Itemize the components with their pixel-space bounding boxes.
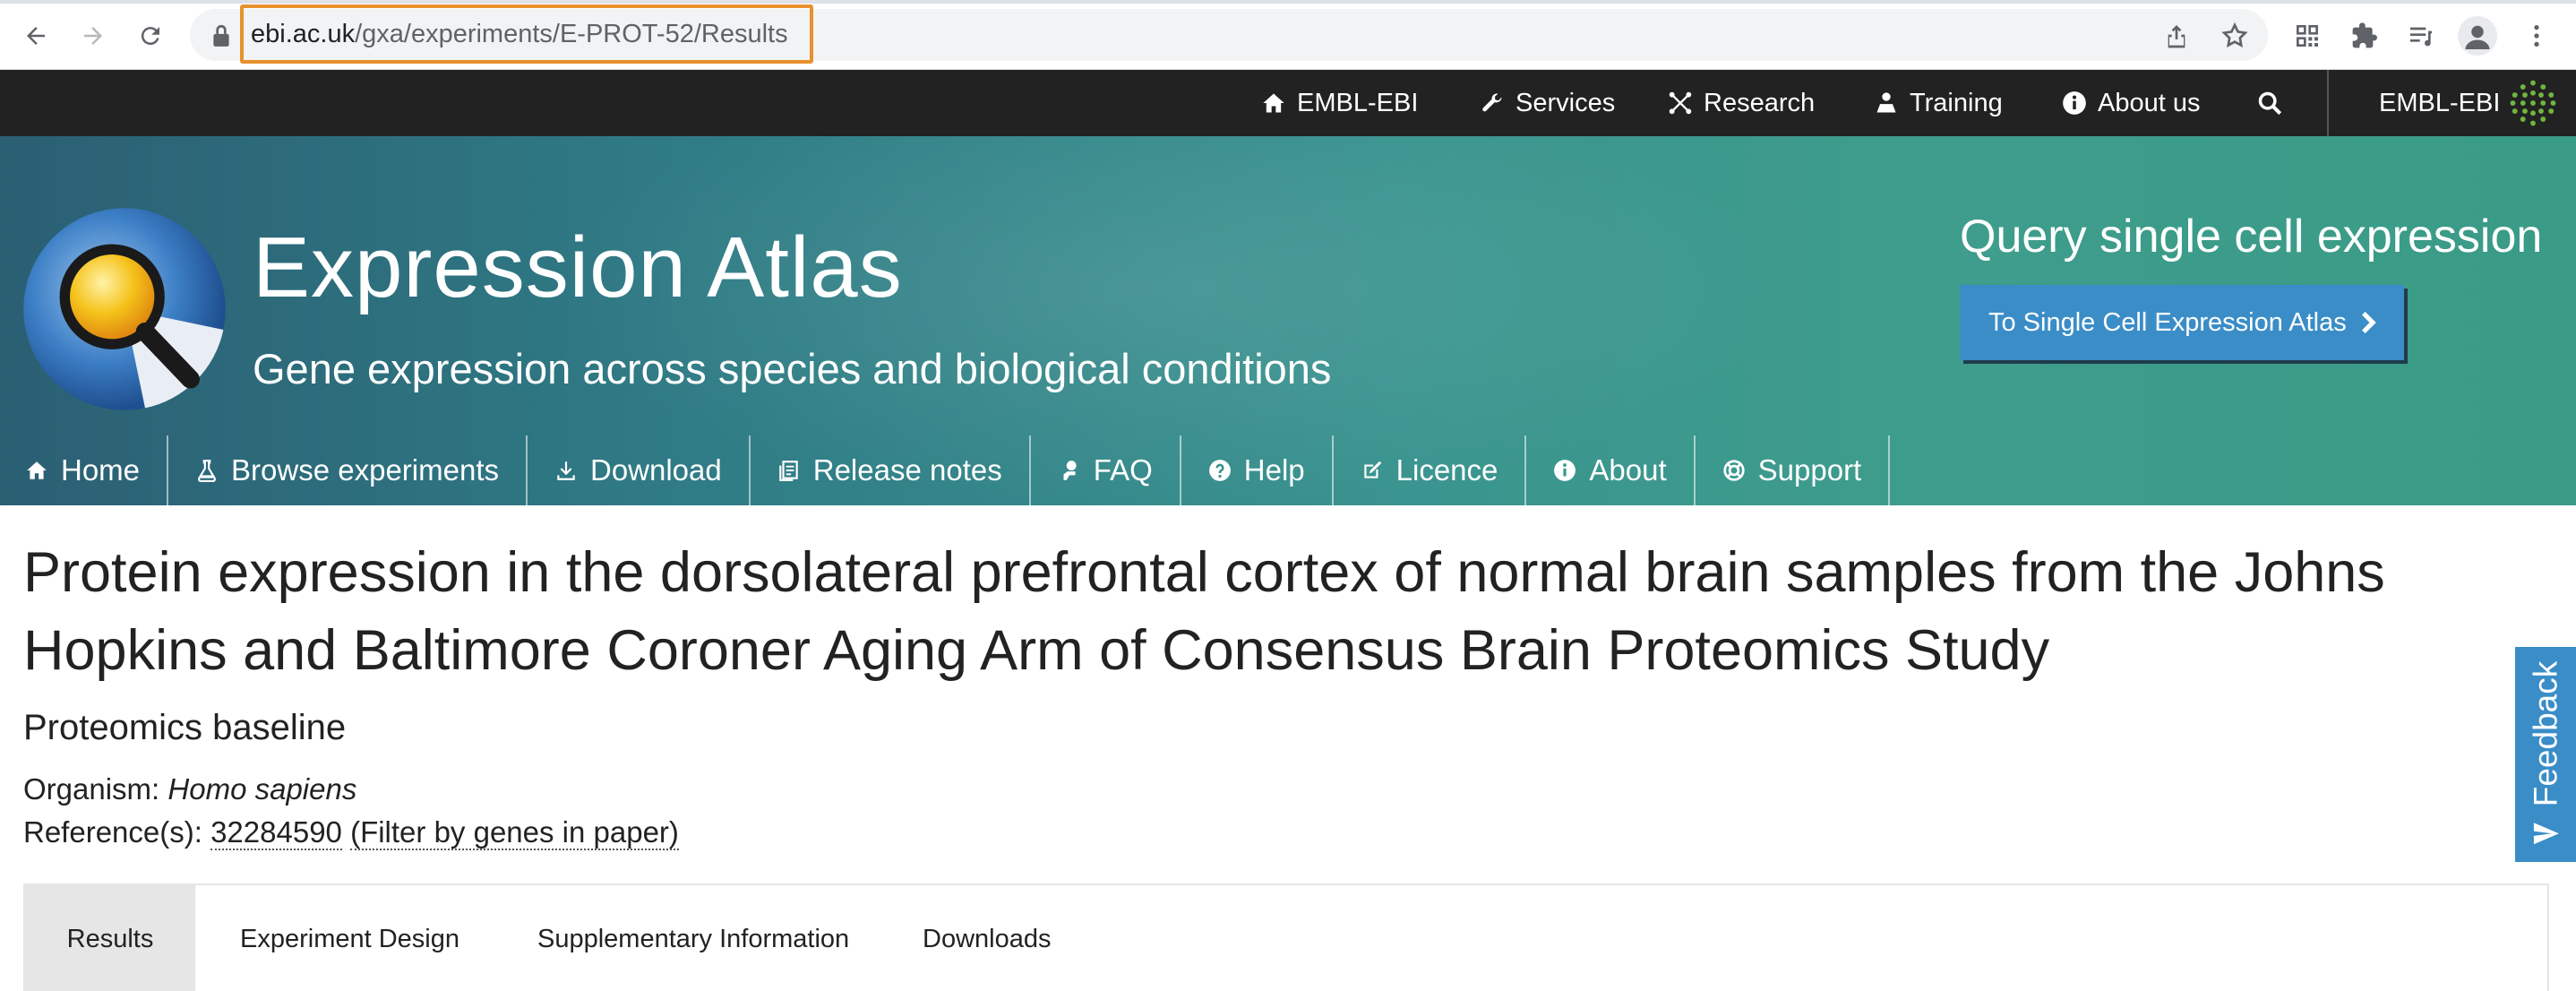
organism-value: Homo sapiens: [167, 772, 357, 806]
ebi-nav-about-us[interactable]: About us: [2062, 70, 2200, 136]
experiment-tabs: Results Experiment Design Supplementary …: [23, 883, 2549, 991]
organism-line: Organism: Homo sapiens: [23, 772, 356, 806]
ebi-nav-services[interactable]: Services: [1480, 70, 1615, 136]
nav-label: Licence: [1395, 453, 1498, 487]
reload-button[interactable]: [131, 16, 170, 56]
edit-icon: [1363, 461, 1381, 478]
forward-arrow-icon: [84, 27, 102, 45]
reference-pubmed-link[interactable]: 32284590: [210, 815, 342, 850]
expression-atlas-logo-icon[interactable]: [21, 206, 228, 412]
ebi-brand-link[interactable]: EMBL-EBI: [2379, 70, 2557, 136]
help-icon: [1208, 460, 1231, 481]
nav-label: FAQ: [1093, 453, 1153, 487]
tab-downloads[interactable]: Downloads: [923, 885, 1051, 991]
nav-download[interactable]: Download: [528, 435, 751, 505]
bookmark-star-icon[interactable]: [2217, 18, 2253, 54]
ebi-brand-label: EMBL-EBI: [2379, 88, 2501, 117]
ebi-nav-label: About us: [2098, 88, 2201, 117]
ebi-nav-training[interactable]: Training: [1874, 70, 2003, 136]
site-subtitle: Gene expression across species and biolo…: [253, 345, 1332, 392]
main-nav: Home Browse experiments Download Release…: [0, 435, 1891, 505]
url-path: /gxa/experiments/E-PROT-52/Results: [355, 20, 788, 48]
experiment-type: Proteomics baseline: [23, 708, 347, 747]
organism-label: Organism:: [23, 772, 160, 806]
reload-icon: [141, 27, 159, 46]
faq-icon: [1063, 461, 1077, 480]
lifebuoy-icon: [1722, 460, 1745, 481]
reading-list-icon[interactable]: [2403, 18, 2439, 54]
home-icon: [27, 461, 47, 479]
paper-plane-icon: [2533, 823, 2559, 845]
nav-support[interactable]: Support: [1696, 435, 1891, 505]
search-icon: [2258, 91, 2282, 116]
info-icon: [2063, 91, 2086, 115]
single-cell-button-label: To Single Cell Expression Atlas: [1988, 307, 2347, 337]
ebi-nav-label: Training: [1910, 88, 2003, 117]
nav-label: Home: [61, 453, 141, 487]
filter-by-genes-link[interactable]: (Filter by genes in paper): [350, 815, 679, 850]
experiment-title: Protein expression in the dorsolateral p…: [23, 541, 2385, 682]
nav-licence[interactable]: Licence: [1334, 435, 1527, 505]
back-arrow-icon: [27, 27, 45, 45]
back-button[interactable]: [16, 16, 56, 56]
profile-avatar-icon[interactable]: [2458, 16, 2497, 56]
chevron-right-icon: [2361, 312, 2376, 333]
ebi-nav-embl-ebi[interactable]: EMBL-EBI: [1261, 70, 1418, 136]
nav-label: Support: [1757, 453, 1862, 487]
ebi-global-nav: EMBL-EBI Services Research Training Abou…: [0, 70, 2576, 136]
ebi-nav-label: EMBL-EBI: [1297, 88, 1419, 117]
tab-supplementary-information[interactable]: Supplementary Information: [537, 885, 849, 991]
browser-toolbar: ebi.ac.uk/gxa/experiments/E-PROT-52/Resu…: [0, 0, 2576, 70]
qr-code-icon[interactable]: [2289, 18, 2325, 54]
ebi-dots-logo-icon: [2510, 80, 2556, 126]
nav-help[interactable]: Help: [1181, 435, 1334, 505]
url-text[interactable]: ebi.ac.uk/gxa/experiments/E-PROT-52/Resu…: [251, 20, 788, 49]
tab-experiment-design[interactable]: Experiment Design: [240, 885, 459, 991]
nav-label: About: [1589, 453, 1667, 487]
extensions-puzzle-icon[interactable]: [2347, 18, 2383, 54]
single-cell-atlas-button[interactable]: To Single Cell Expression Atlas: [1960, 285, 2404, 360]
tab-results[interactable]: Results: [25, 885, 195, 991]
training-icon: [1876, 92, 1896, 113]
ebi-nav-research[interactable]: Research: [1668, 70, 1815, 136]
forward-button[interactable]: [73, 16, 113, 56]
references-label: Reference(s):: [23, 815, 202, 849]
lock-icon: [213, 24, 229, 47]
ebi-search-button[interactable]: [2257, 70, 2293, 136]
flask-icon: [198, 460, 217, 482]
nav-faq[interactable]: FAQ: [1031, 435, 1181, 505]
url-host: ebi.ac.uk: [251, 20, 356, 48]
home-icon: [1263, 93, 1284, 113]
site-title[interactable]: Expression Atlas: [253, 219, 903, 317]
feedback-inner: Feedback: [2527, 661, 2564, 849]
feedback-label: Feedback: [2527, 660, 2563, 807]
info-icon: [1554, 460, 1576, 481]
chrome-menu-icon[interactable]: [2519, 18, 2555, 54]
references-line: Reference(s): 32284590 (Filter by genes …: [23, 815, 679, 850]
nav-home[interactable]: Home: [0, 435, 169, 505]
wrench-icon: [1482, 93, 1502, 112]
nav-about[interactable]: About: [1526, 435, 1696, 505]
nav-label: Release notes: [812, 453, 1002, 487]
nav-release-notes[interactable]: Release notes: [751, 435, 1031, 505]
notes-icon: [778, 461, 798, 481]
nav-label: Browse experiments: [231, 453, 499, 487]
ebi-nav-label: Services: [1516, 88, 1616, 117]
nav-label: Help: [1243, 453, 1305, 487]
download-icon: [557, 461, 575, 480]
tab-strip-edge: [0, 0, 2576, 4]
ebi-nav-label: Research: [1704, 88, 1816, 117]
nav-browse-experiments[interactable]: Browse experiments: [168, 435, 528, 505]
feedback-button[interactable]: Feedback: [2515, 647, 2576, 862]
share-icon[interactable]: [2159, 18, 2194, 54]
ebi-bar-divider: [2327, 70, 2329, 136]
nav-label: Download: [589, 453, 722, 487]
research-icon: [1669, 91, 1692, 115]
single-cell-heading: Query single cell expression: [1960, 211, 2543, 263]
